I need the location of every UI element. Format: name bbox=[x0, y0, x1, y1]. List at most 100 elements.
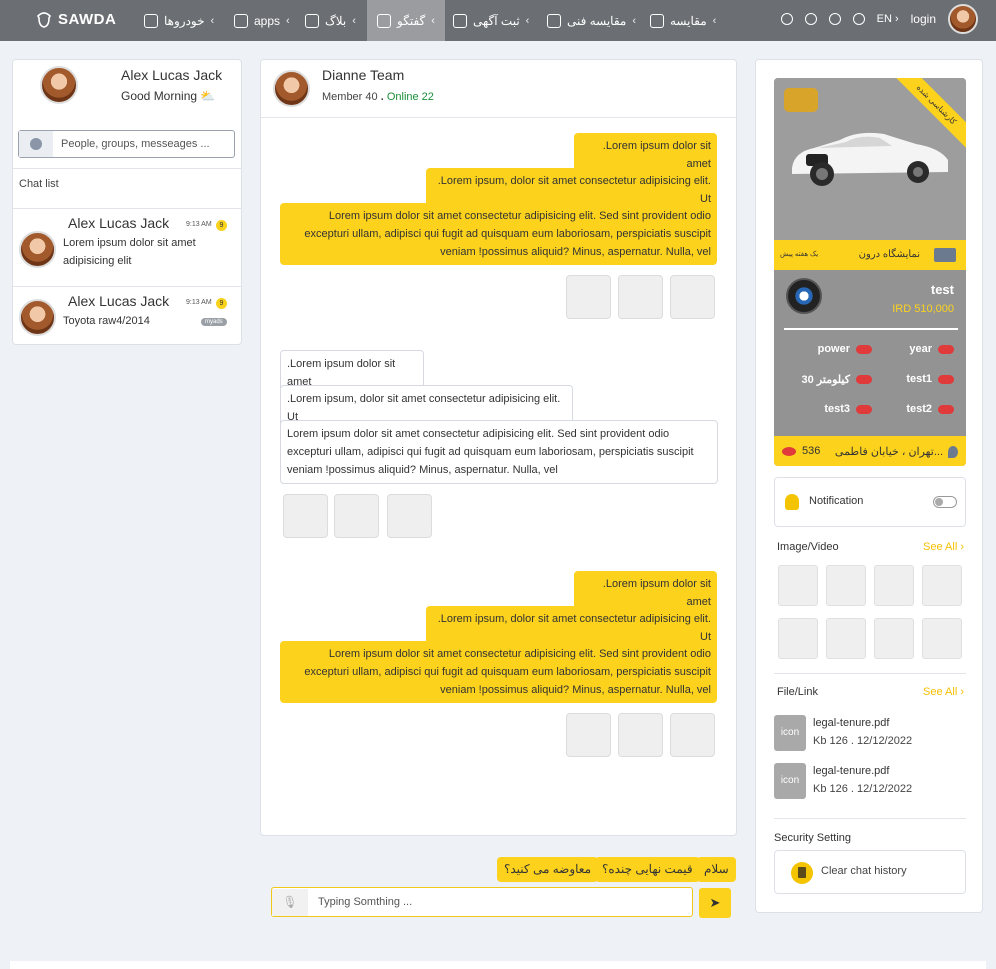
nav-item-tech-compare[interactable]: مقایسه فنی ‹ bbox=[547, 0, 636, 41]
brand-logo[interactable]: SAWDA bbox=[36, 10, 116, 28]
nav-item-chat[interactable]: گفتگو ‹ bbox=[367, 0, 445, 41]
blog-icon bbox=[305, 13, 319, 28]
media-thumbnail[interactable] bbox=[826, 618, 866, 659]
image-thumbnail[interactable] bbox=[283, 494, 328, 538]
login-link[interactable]: login bbox=[911, 12, 936, 26]
apps-icon bbox=[234, 13, 248, 28]
car-illustration bbox=[792, 132, 948, 186]
notification-setting: Notification bbox=[774, 477, 966, 527]
image-thumbnail[interactable] bbox=[566, 713, 611, 757]
chevron-left-icon: ‹ bbox=[352, 14, 356, 27]
car-image: کارشناسی شده bbox=[774, 78, 966, 240]
image-thumbnail[interactable] bbox=[618, 713, 663, 757]
nav-item-blog[interactable]: بلاگ ‹ bbox=[305, 0, 356, 41]
send-button[interactable]: ➤ bbox=[699, 888, 731, 918]
ad-price: IRD 510,000 bbox=[892, 303, 954, 315]
card-footer: 536 تهران ، خیابان فاطمی... bbox=[774, 436, 966, 466]
nav-item-cars[interactable]: خودروها ‹ bbox=[144, 0, 214, 41]
nav-label: مقایسه فنی bbox=[567, 13, 627, 28]
spec-label: test3 bbox=[824, 403, 850, 415]
image-thumbnail[interactable] bbox=[670, 713, 715, 757]
conversation-panel: Dianne Team Member 40 . Online 22 . Lorem… bbox=[260, 59, 737, 836]
spec-item: test1 bbox=[906, 373, 954, 385]
quick-reply-chip[interactable]: سلام bbox=[697, 857, 736, 882]
media-thumbnail[interactable] bbox=[778, 618, 818, 659]
lock-icon[interactable] bbox=[804, 13, 817, 25]
media-thumbnail[interactable] bbox=[826, 565, 866, 606]
nav-label: مقایسه bbox=[670, 13, 707, 28]
message-bubble-incoming[interactable]: Lorem ipsum dolor sit amet consectetur a… bbox=[280, 420, 718, 484]
chevron-left-icon: ‹ bbox=[431, 14, 435, 27]
language-switch[interactable]: EN › bbox=[877, 13, 899, 25]
spec-label: power bbox=[817, 343, 850, 355]
contact-avatar bbox=[19, 231, 56, 268]
spec-label: year bbox=[909, 343, 932, 355]
group-avatar[interactable] bbox=[273, 70, 310, 107]
message-bubble-outgoing[interactable]: Lorem ipsum dolor sit amet consectetur a… bbox=[280, 203, 717, 265]
message-input[interactable]: 🎙 Typing Somthing ... bbox=[271, 887, 693, 917]
see-all-media-link[interactable]: See All › bbox=[923, 541, 964, 553]
file-item[interactable]: icon legal-tenure.pdf Kb 126 . 12/12/202… bbox=[774, 763, 966, 799]
chat-list-item[interactable]: Alex Lucas Jack 9:13 AM 9 Lorem ipsum do… bbox=[13, 209, 241, 285]
nav-label: گفتگو bbox=[397, 13, 426, 28]
meta-separator: . bbox=[380, 91, 384, 103]
media-thumbnail[interactable] bbox=[922, 565, 962, 606]
media-thumbnail[interactable] bbox=[922, 618, 962, 659]
spec-icon bbox=[856, 404, 872, 414]
divider bbox=[774, 818, 966, 819]
microphone-icon[interactable]: 🎙 bbox=[272, 888, 308, 916]
media-thumbnail[interactable] bbox=[874, 618, 914, 659]
notification-toggle[interactable] bbox=[933, 496, 957, 508]
nav-label: بلاگ bbox=[325, 13, 347, 28]
ad-card[interactable]: کارشناسی شده یک هفته پیش نمایشگاه درون t… bbox=[774, 78, 966, 466]
image-thumbnail[interactable] bbox=[334, 494, 379, 538]
nav-label: apps bbox=[254, 13, 281, 28]
chat-icon bbox=[377, 13, 391, 28]
nav-item-apps[interactable]: apps ‹ bbox=[234, 0, 290, 41]
see-all-files-link[interactable]: See All › bbox=[923, 686, 964, 698]
quick-reply-chip[interactable]: قیمت نهایی چنده؟ bbox=[595, 857, 700, 882]
user-avatar[interactable] bbox=[948, 4, 978, 34]
acorn-icon bbox=[37, 12, 51, 28]
media-thumbnail[interactable] bbox=[874, 565, 914, 606]
search-icon[interactable] bbox=[780, 13, 793, 25]
image-thumbnail[interactable] bbox=[670, 275, 715, 319]
spec-icon bbox=[856, 344, 872, 354]
media-thumbnail[interactable] bbox=[778, 565, 818, 606]
unread-badge: 9 bbox=[216, 220, 227, 231]
spec-icon bbox=[938, 404, 954, 414]
nav-item-compare[interactable]: مقایسه ‹ bbox=[650, 0, 716, 41]
user-avatar[interactable] bbox=[40, 66, 78, 104]
chevron-left-icon: ‹ bbox=[712, 14, 717, 27]
footer-strip bbox=[10, 961, 986, 969]
bmw-logo-icon bbox=[786, 278, 822, 314]
file-icon: icon bbox=[774, 763, 806, 799]
clear-chat-history-button[interactable]: Clear chat history bbox=[774, 850, 966, 894]
image-thumbnail[interactable] bbox=[618, 275, 663, 319]
image-thumbnail[interactable] bbox=[387, 494, 432, 538]
member-count: Member 40 bbox=[322, 91, 378, 103]
file-item[interactable]: icon legal-tenure.pdf Kb 126 . 12/12/202… bbox=[774, 715, 966, 751]
bell-icon bbox=[785, 494, 799, 510]
search-input[interactable]: People, groups, messeages ... bbox=[18, 130, 235, 158]
see-all-label: See All bbox=[923, 686, 958, 698]
contact-name: Alex Lucas Jack bbox=[68, 215, 170, 231]
bell-icon[interactable] bbox=[852, 13, 865, 25]
nav-label: ثبت آگهی bbox=[473, 13, 520, 28]
chat-list-panel: Alex Lucas Jack Good Morning ⛅ People, g… bbox=[12, 59, 242, 345]
media-section-title: Image/Video bbox=[777, 541, 839, 553]
unread-badge: 9 bbox=[216, 298, 227, 309]
divider bbox=[774, 673, 966, 674]
divider bbox=[784, 328, 958, 330]
chat-list-item[interactable]: Alex Lucas Jack 9:13 AM 9 Toyota raw4/20… bbox=[13, 287, 241, 345]
eye-icon bbox=[782, 446, 796, 456]
file-name: legal-tenure.pdf bbox=[813, 765, 890, 777]
quick-reply-chip[interactable]: معاوضه می کنید؟ bbox=[497, 857, 599, 882]
nav-item-post-ad[interactable]: ثبت آگهی ‹ bbox=[453, 0, 529, 41]
bulb-icon[interactable] bbox=[828, 13, 841, 25]
ad-title: test bbox=[930, 282, 954, 297]
message-bubble-outgoing[interactable]: Lorem ipsum dolor sit amet consectetur a… bbox=[280, 641, 717, 703]
language-label: EN bbox=[876, 13, 892, 25]
compare-icon bbox=[650, 13, 664, 28]
image-thumbnail[interactable] bbox=[566, 275, 611, 319]
